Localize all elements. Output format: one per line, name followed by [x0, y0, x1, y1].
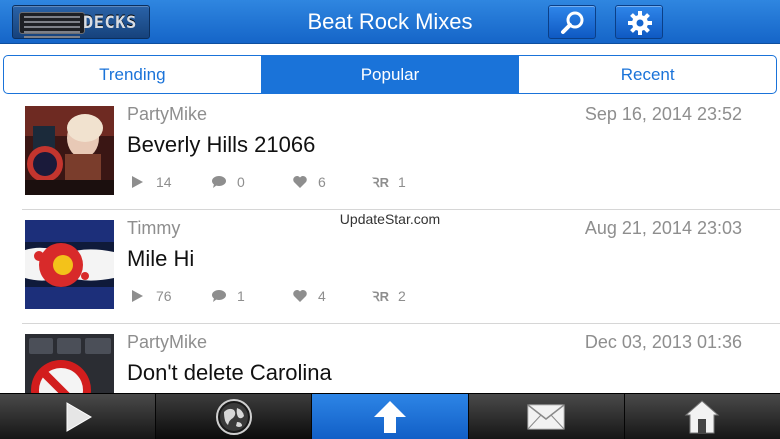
decks-icon — [19, 12, 85, 38]
feed-tabs: Trending Popular Recent — [3, 55, 777, 94]
play-count-icon — [132, 290, 143, 302]
mix-author[interactable]: PartyMike — [127, 104, 207, 125]
search-icon — [561, 11, 584, 34]
bottom-tab-bar — [0, 393, 780, 439]
mix-date: Aug 21, 2014 23:03 — [584, 218, 742, 238]
mix-title[interactable]: Beverly Hills 21066 — [127, 132, 315, 158]
upload-arrow-icon — [374, 401, 406, 433]
mix-thumbnail — [25, 220, 114, 309]
messages-tab[interactable] — [467, 394, 624, 439]
svg-text:ꝚR: ꝚR — [372, 289, 390, 303]
remixes-count: 2 — [398, 288, 406, 304]
app-header: DECKS Beat Rock Mixes — [0, 0, 780, 44]
tab-popular[interactable]: Popular — [260, 56, 519, 93]
mail-icon — [527, 404, 565, 430]
page-title: Beat Rock Mixes — [307, 9, 473, 34]
decks-label: DECKS — [83, 13, 137, 33]
comment-icon — [212, 290, 226, 302]
play-count-icon — [132, 176, 143, 188]
explore-tab[interactable] — [155, 394, 312, 439]
list-item[interactable]: Timmy Aug 21, 2014 23:03 Mile Hi 76 1 4 … — [0, 210, 780, 324]
search-button[interactable] — [548, 5, 596, 39]
mix-author[interactable]: PartyMike — [127, 332, 207, 353]
home-tab[interactable] — [623, 394, 780, 439]
likes-count: 6 — [318, 174, 326, 190]
heart-icon — [293, 176, 307, 188]
remixes-count: 1 — [398, 174, 406, 190]
comments-count: 0 — [237, 174, 245, 190]
mix-thumbnail — [25, 106, 114, 195]
list-item[interactable]: PartyMike Sep 16, 2014 23:52 Beverly Hil… — [0, 96, 780, 210]
mix-thumbnail — [25, 334, 114, 393]
heart-icon — [293, 290, 307, 302]
play-icon — [66, 402, 92, 432]
home-icon — [685, 400, 720, 434]
play-tab[interactable] — [0, 394, 155, 439]
remix-icon: ꝚR — [372, 289, 390, 303]
mix-title[interactable]: Don't delete Carolina — [127, 360, 332, 386]
likes-count: 4 — [318, 288, 326, 304]
svg-text:ꝚR: ꝚR — [372, 175, 390, 189]
watermark-text: UpdateStar.com — [339, 211, 441, 227]
gear-icon — [628, 11, 652, 35]
settings-button[interactable] — [615, 5, 663, 39]
comments-count: 1 — [237, 288, 245, 304]
plays-count: 76 — [156, 288, 172, 304]
tab-recent[interactable]: Recent — [518, 56, 776, 93]
mix-date: Sep 16, 2014 23:52 — [584, 104, 742, 124]
remix-icon: ꝚR — [372, 175, 390, 189]
mix-date: Dec 03, 2013 01:36 — [584, 332, 742, 352]
list-item[interactable]: PartyMike Dec 03, 2013 01:36 Don't delet… — [0, 324, 780, 393]
mix-author[interactable]: Timmy — [127, 218, 180, 239]
comment-icon — [212, 176, 226, 188]
mix-title[interactable]: Mile Hi — [127, 246, 194, 272]
decks-button[interactable]: DECKS — [12, 5, 150, 39]
plays-count: 14 — [156, 174, 172, 190]
globe-icon — [215, 399, 252, 435]
tab-trending[interactable]: Trending — [4, 56, 261, 93]
mix-list: PartyMike Sep 16, 2014 23:52 Beverly Hil… — [0, 96, 780, 393]
upload-tab[interactable] — [311, 394, 468, 439]
